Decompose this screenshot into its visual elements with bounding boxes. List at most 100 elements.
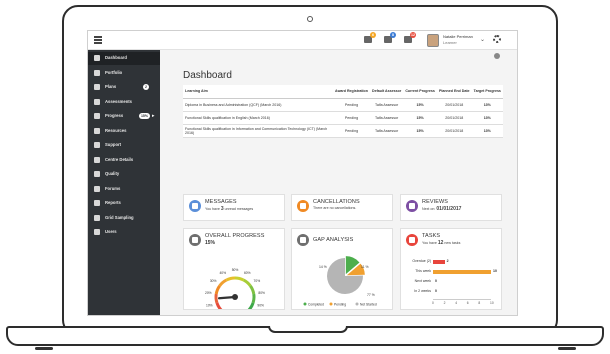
- current-progress-cell: 15%: [403, 111, 437, 125]
- chart-icon: [94, 113, 100, 119]
- end-date-cell: 20/01/2018: [436, 111, 472, 125]
- pie-data-label: 77 %: [367, 293, 375, 297]
- gauge-segment: [242, 278, 252, 287]
- learning-aim-cell[interactable]: Functional Skills qualification in Engli…: [183, 111, 333, 125]
- gauge-segment: [251, 293, 256, 304]
- chevron-right-icon[interactable]: ▸: [152, 113, 155, 119]
- col-header: Award Registration: [333, 85, 370, 99]
- progress-title: OVERALL PROGRESS: [205, 233, 265, 239]
- table-row[interactable]: Functional Skills qualification in Engli…: [183, 111, 503, 125]
- table-row[interactable]: Diploma in Business and Administration (…: [183, 98, 503, 112]
- tasks-bar: [433, 259, 445, 264]
- building-icon: [94, 156, 100, 163]
- sidebar-item-forums[interactable]: Forums: [88, 183, 160, 196]
- end-date-cell: 20/01/2018: [436, 124, 472, 138]
- tasks-axis-tick: 10: [490, 301, 494, 305]
- notification-badge: 6: [370, 32, 376, 38]
- target-progress-cell: 13%: [471, 124, 503, 138]
- sidebar-badge: 2: [143, 84, 149, 90]
- col-header: Target Progress: [471, 85, 503, 99]
- gauge-segment: [234, 276, 245, 282]
- tasks-bar: [433, 269, 491, 274]
- legend-swatch: [329, 302, 333, 306]
- calendar-badge: 12: [410, 32, 416, 38]
- report-icon: [94, 200, 100, 206]
- laptop-foot-left: [35, 347, 53, 350]
- cancellations-card[interactable]: CANCELLATIONS There are no cancellations…: [291, 194, 393, 221]
- forum-icon: [94, 185, 100, 192]
- sidebar-item-label: Resources: [105, 127, 127, 133]
- learning-aim-cell[interactable]: Functional Skills qualification in Infor…: [183, 124, 333, 138]
- target-progress-cell: 13%: [471, 111, 503, 125]
- col-header: Planned End Date: [436, 85, 472, 99]
- sidebar-item-portfolio[interactable]: Portfolio: [88, 67, 160, 80]
- gauge-hub: [232, 294, 238, 300]
- progress-value: 15%: [205, 240, 216, 246]
- sidebar-item-users[interactable]: Users: [88, 226, 160, 239]
- gauge-segment: [247, 302, 255, 309]
- assessor-cell: Talfa Assessor: [369, 98, 404, 112]
- tasks-bar-chart: Overdue (2) 2 This week 10 Next week 0 In 2 we…: [401, 255, 501, 309]
- sidebar-item-centre-details[interactable]: Centre Details: [88, 154, 160, 167]
- sidebar-item-dashboard[interactable]: Dashboard: [88, 52, 160, 65]
- legend-label: Pending: [334, 302, 346, 306]
- gap-analysis-card[interactable]: GAP ANALYSIS 14 % 11 % 77 % Completed Pendin…: [291, 228, 393, 310]
- pie-data-label: 14 %: [319, 265, 327, 269]
- sidebar-item-label: Reports: [105, 200, 121, 205]
- laptop-base: [6, 326, 604, 346]
- gauge-segment: [218, 278, 228, 287]
- gauge-segment: [249, 284, 256, 295]
- learning-aims-table: Learning Aim Award Registration Default …: [183, 85, 503, 138]
- table-header-row: Learning Aim Award Registration Default …: [183, 85, 503, 99]
- page-title: Dashboard: [183, 70, 232, 81]
- message-badge: 8: [390, 32, 396, 38]
- tasks-icon: [406, 234, 418, 246]
- gauge-segment: [214, 284, 221, 295]
- end-date-cell: 20/01/2018: [436, 98, 472, 112]
- overall-progress-card[interactable]: OVERALL PROGRESS 15% 0%10%20%30%40%50%60…: [183, 228, 285, 310]
- current-progress-cell: 15%: [403, 124, 437, 138]
- table-row[interactable]: Functional Skills qualification in Infor…: [183, 124, 503, 138]
- camera-icon: [307, 16, 313, 22]
- message-icon: [189, 200, 201, 212]
- gap-pie-chart: 14 % 11 % 77 % Completed Pending Not Started: [303, 256, 377, 306]
- tasks-axis-tick: 2: [443, 301, 446, 305]
- sidebar-item-plans[interactable]: Plans 2: [88, 81, 160, 94]
- sidebar-badge: 15%: [139, 113, 150, 119]
- pie-data-label: 11 %: [361, 265, 368, 269]
- chevron-down-icon[interactable]: ⌄: [480, 36, 485, 44]
- registration-cell: Pending: [333, 98, 370, 112]
- gap-title: GAP ANALYSIS: [313, 237, 354, 243]
- progress-gauge: 0%10%20%30%40%50%60%70%80%90%100%: [205, 268, 265, 309]
- gauge-segment: [225, 276, 236, 282]
- sidebar-item-label: Assessments: [105, 98, 133, 104]
- assessment-icon: [94, 98, 100, 105]
- registration-cell: Pending: [333, 111, 370, 125]
- menu-icon[interactable]: [94, 36, 102, 44]
- sidebar-item-label: Dashboard: [105, 55, 127, 60]
- messages-card[interactable]: MESSAGES You have 3 unread messages: [183, 194, 285, 221]
- reviews-title: REVIEWS: [422, 199, 449, 205]
- tasks-axis-tick: 4: [455, 301, 458, 305]
- grid-icon: [94, 214, 100, 221]
- sidebar-item-reports[interactable]: Reports: [88, 197, 160, 210]
- sidebar-item-assessments[interactable]: Assessments: [88, 96, 160, 109]
- sidebar-item-progress[interactable]: Progress 15% ▸: [88, 110, 160, 123]
- tasks-card[interactable]: TASKS You have 12 new tasks Overdue (2) 2…: [400, 228, 502, 310]
- registration-cell: Pending: [333, 124, 370, 138]
- gear-icon[interactable]: [493, 35, 501, 43]
- reviews-card[interactable]: REVIEWS Next on: 01/01/2017: [400, 194, 502, 221]
- sidebar-item-grid-sampling[interactable]: Grid Sampling: [88, 212, 160, 225]
- legend-label: Completed: [308, 302, 324, 306]
- cancellations-title: CANCELLATIONS: [313, 199, 360, 205]
- sidebar-item-quality[interactable]: Quality: [88, 168, 160, 181]
- sidebar-item-support[interactable]: Support: [88, 139, 160, 152]
- sidebar-item-resources[interactable]: Resources: [88, 125, 160, 138]
- learning-aim-cell[interactable]: Diploma in Business and Administration (…: [183, 98, 333, 112]
- tasks-bar-value: 2: [446, 259, 449, 263]
- laptop-foot-right: [558, 347, 576, 350]
- avatar[interactable]: [427, 34, 439, 47]
- gauge-segment: [215, 302, 223, 309]
- tasks-row-label: This week: [415, 269, 431, 273]
- sidebar-item-label: Users: [105, 229, 117, 234]
